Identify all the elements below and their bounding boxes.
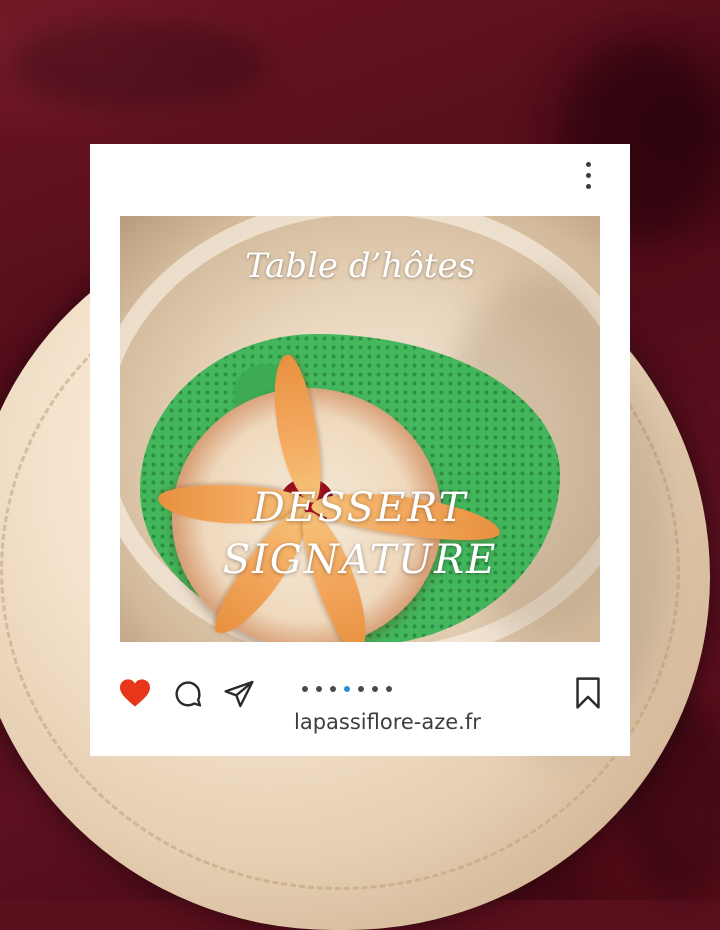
paper-plane-icon[interactable] bbox=[222, 678, 256, 710]
carousel-dot bbox=[316, 686, 322, 692]
carousel-dot-active bbox=[344, 686, 350, 692]
action-bar bbox=[118, 674, 608, 714]
post-card: Table d’hôtes DESSERT SIGNATURE lapassif… bbox=[90, 144, 630, 756]
overlay-headline: DESSERT SIGNATURE bbox=[120, 482, 600, 586]
overlay-title: Table d’hôtes bbox=[244, 246, 476, 286]
more-vertical-icon[interactable] bbox=[586, 162, 592, 189]
carousel-dot bbox=[302, 686, 308, 692]
post-photo[interactable]: Table d’hôtes DESSERT SIGNATURE bbox=[120, 216, 600, 642]
bookmark-icon[interactable] bbox=[574, 676, 602, 710]
heart-icon[interactable] bbox=[118, 678, 152, 708]
carousel-dot bbox=[372, 686, 378, 692]
carousel-dot bbox=[386, 686, 392, 692]
comment-bubble-icon[interactable] bbox=[172, 678, 204, 710]
carousel-dot bbox=[330, 686, 336, 692]
carousel-dot bbox=[358, 686, 364, 692]
website-link[interactable]: lapassiflore-aze.fr bbox=[294, 710, 481, 734]
overlay-line-1: DESSERT bbox=[252, 485, 468, 531]
carousel-indicator bbox=[302, 686, 392, 692]
menu-dot bbox=[586, 173, 591, 178]
overlay-line-2: SIGNATURE bbox=[222, 537, 498, 583]
fabric-fold bbox=[10, 20, 270, 110]
menu-dot bbox=[586, 184, 591, 189]
menu-dot bbox=[586, 162, 591, 167]
